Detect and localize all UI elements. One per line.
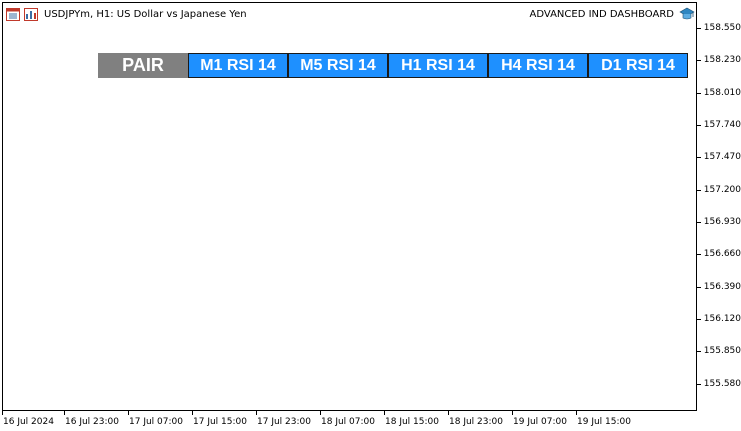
price-tick-label: 157.200 <box>703 185 741 195</box>
chart-symbol-info: USDJPYm, H1: US Dollar vs Japanese Yen <box>44 8 247 20</box>
time-tick-label: 19 Jul 07:00 <box>513 417 567 427</box>
price-tick: 157.200 <box>697 184 741 196</box>
time-tick-label: 17 Jul 15:00 <box>193 417 247 427</box>
price-tick: 156.120 <box>697 313 741 325</box>
price-tick: 158.230 <box>697 54 741 66</box>
graduation-cap-icon[interactable] <box>679 7 695 21</box>
price-tick: 156.930 <box>697 216 741 228</box>
time-tick-label: 18 Jul 07:00 <box>321 417 375 427</box>
time-tick-label: 18 Jul 15:00 <box>385 417 439 427</box>
expert-advisor-label: ADVANCED IND DASHBOARD <box>530 6 695 22</box>
expert-advisor-name: ADVANCED IND DASHBOARD <box>529 8 674 20</box>
price-tick-label: 157.470 <box>703 152 741 162</box>
m5-rsi-header-button[interactable]: M5 RSI 14 <box>288 53 388 78</box>
price-tick-label: 158.230 <box>703 55 741 65</box>
time-tick-label: 17 Jul 23:00 <box>257 417 311 427</box>
price-tick: 157.470 <box>697 151 741 163</box>
dashboard-header-row: PAIR M1 RSI 14 M5 RSI 14 H1 RSI 14 H4 RS… <box>98 53 688 78</box>
price-tick-label: 156.660 <box>703 249 741 259</box>
price-axis[interactable]: 158.550 158.230 158.010 157.740 157.470 … <box>697 2 741 411</box>
price-tick-label: 158.010 <box>703 88 741 98</box>
h1-rsi-header-button[interactable]: H1 RSI 14 <box>388 53 488 78</box>
time-tick-label: 19 Jul 15:00 <box>577 417 631 427</box>
price-tick: 156.660 <box>697 248 741 260</box>
time-tick-label: 18 Jul 23:00 <box>449 417 503 427</box>
pair-header-button[interactable]: PAIR <box>98 53 188 78</box>
price-tick: 158.010 <box>697 87 741 99</box>
d1-rsi-header-button[interactable]: D1 RSI 14 <box>588 53 688 78</box>
price-tick: 155.580 <box>697 378 741 390</box>
price-tick: 157.740 <box>697 119 741 131</box>
price-tick-label: 156.390 <box>703 282 741 292</box>
chart-window-icon <box>6 7 20 21</box>
price-tick-label: 156.930 <box>703 217 741 227</box>
price-tick-label: 155.580 <box>703 379 741 389</box>
time-tick-label: 16 Jul 23:00 <box>65 417 119 427</box>
time-axis[interactable]: 16 Jul 2024 16 Jul 23:00 17 Jul 07:00 17… <box>2 411 697 431</box>
time-tick-label: 17 Jul 07:00 <box>129 417 183 427</box>
h4-rsi-header-button[interactable]: H4 RSI 14 <box>488 53 588 78</box>
one-click-trading-icon[interactable] <box>24 7 38 21</box>
price-tick-label: 158.550 <box>703 23 741 33</box>
price-tick-label: 157.740 <box>703 120 741 130</box>
time-tick-label: 16 Jul 2024 <box>3 417 54 427</box>
price-tick: 155.850 <box>697 345 741 357</box>
m1-rsi-header-button[interactable]: M1 RSI 14 <box>188 53 288 78</box>
chart-title-bar: USDJPYm, H1: US Dollar vs Japanese Yen <box>6 6 247 22</box>
price-tick: 156.390 <box>697 281 741 293</box>
price-tick-label: 156.120 <box>703 314 741 324</box>
price-tick: 158.550 <box>697 22 741 34</box>
price-tick-label: 155.850 <box>703 346 741 356</box>
